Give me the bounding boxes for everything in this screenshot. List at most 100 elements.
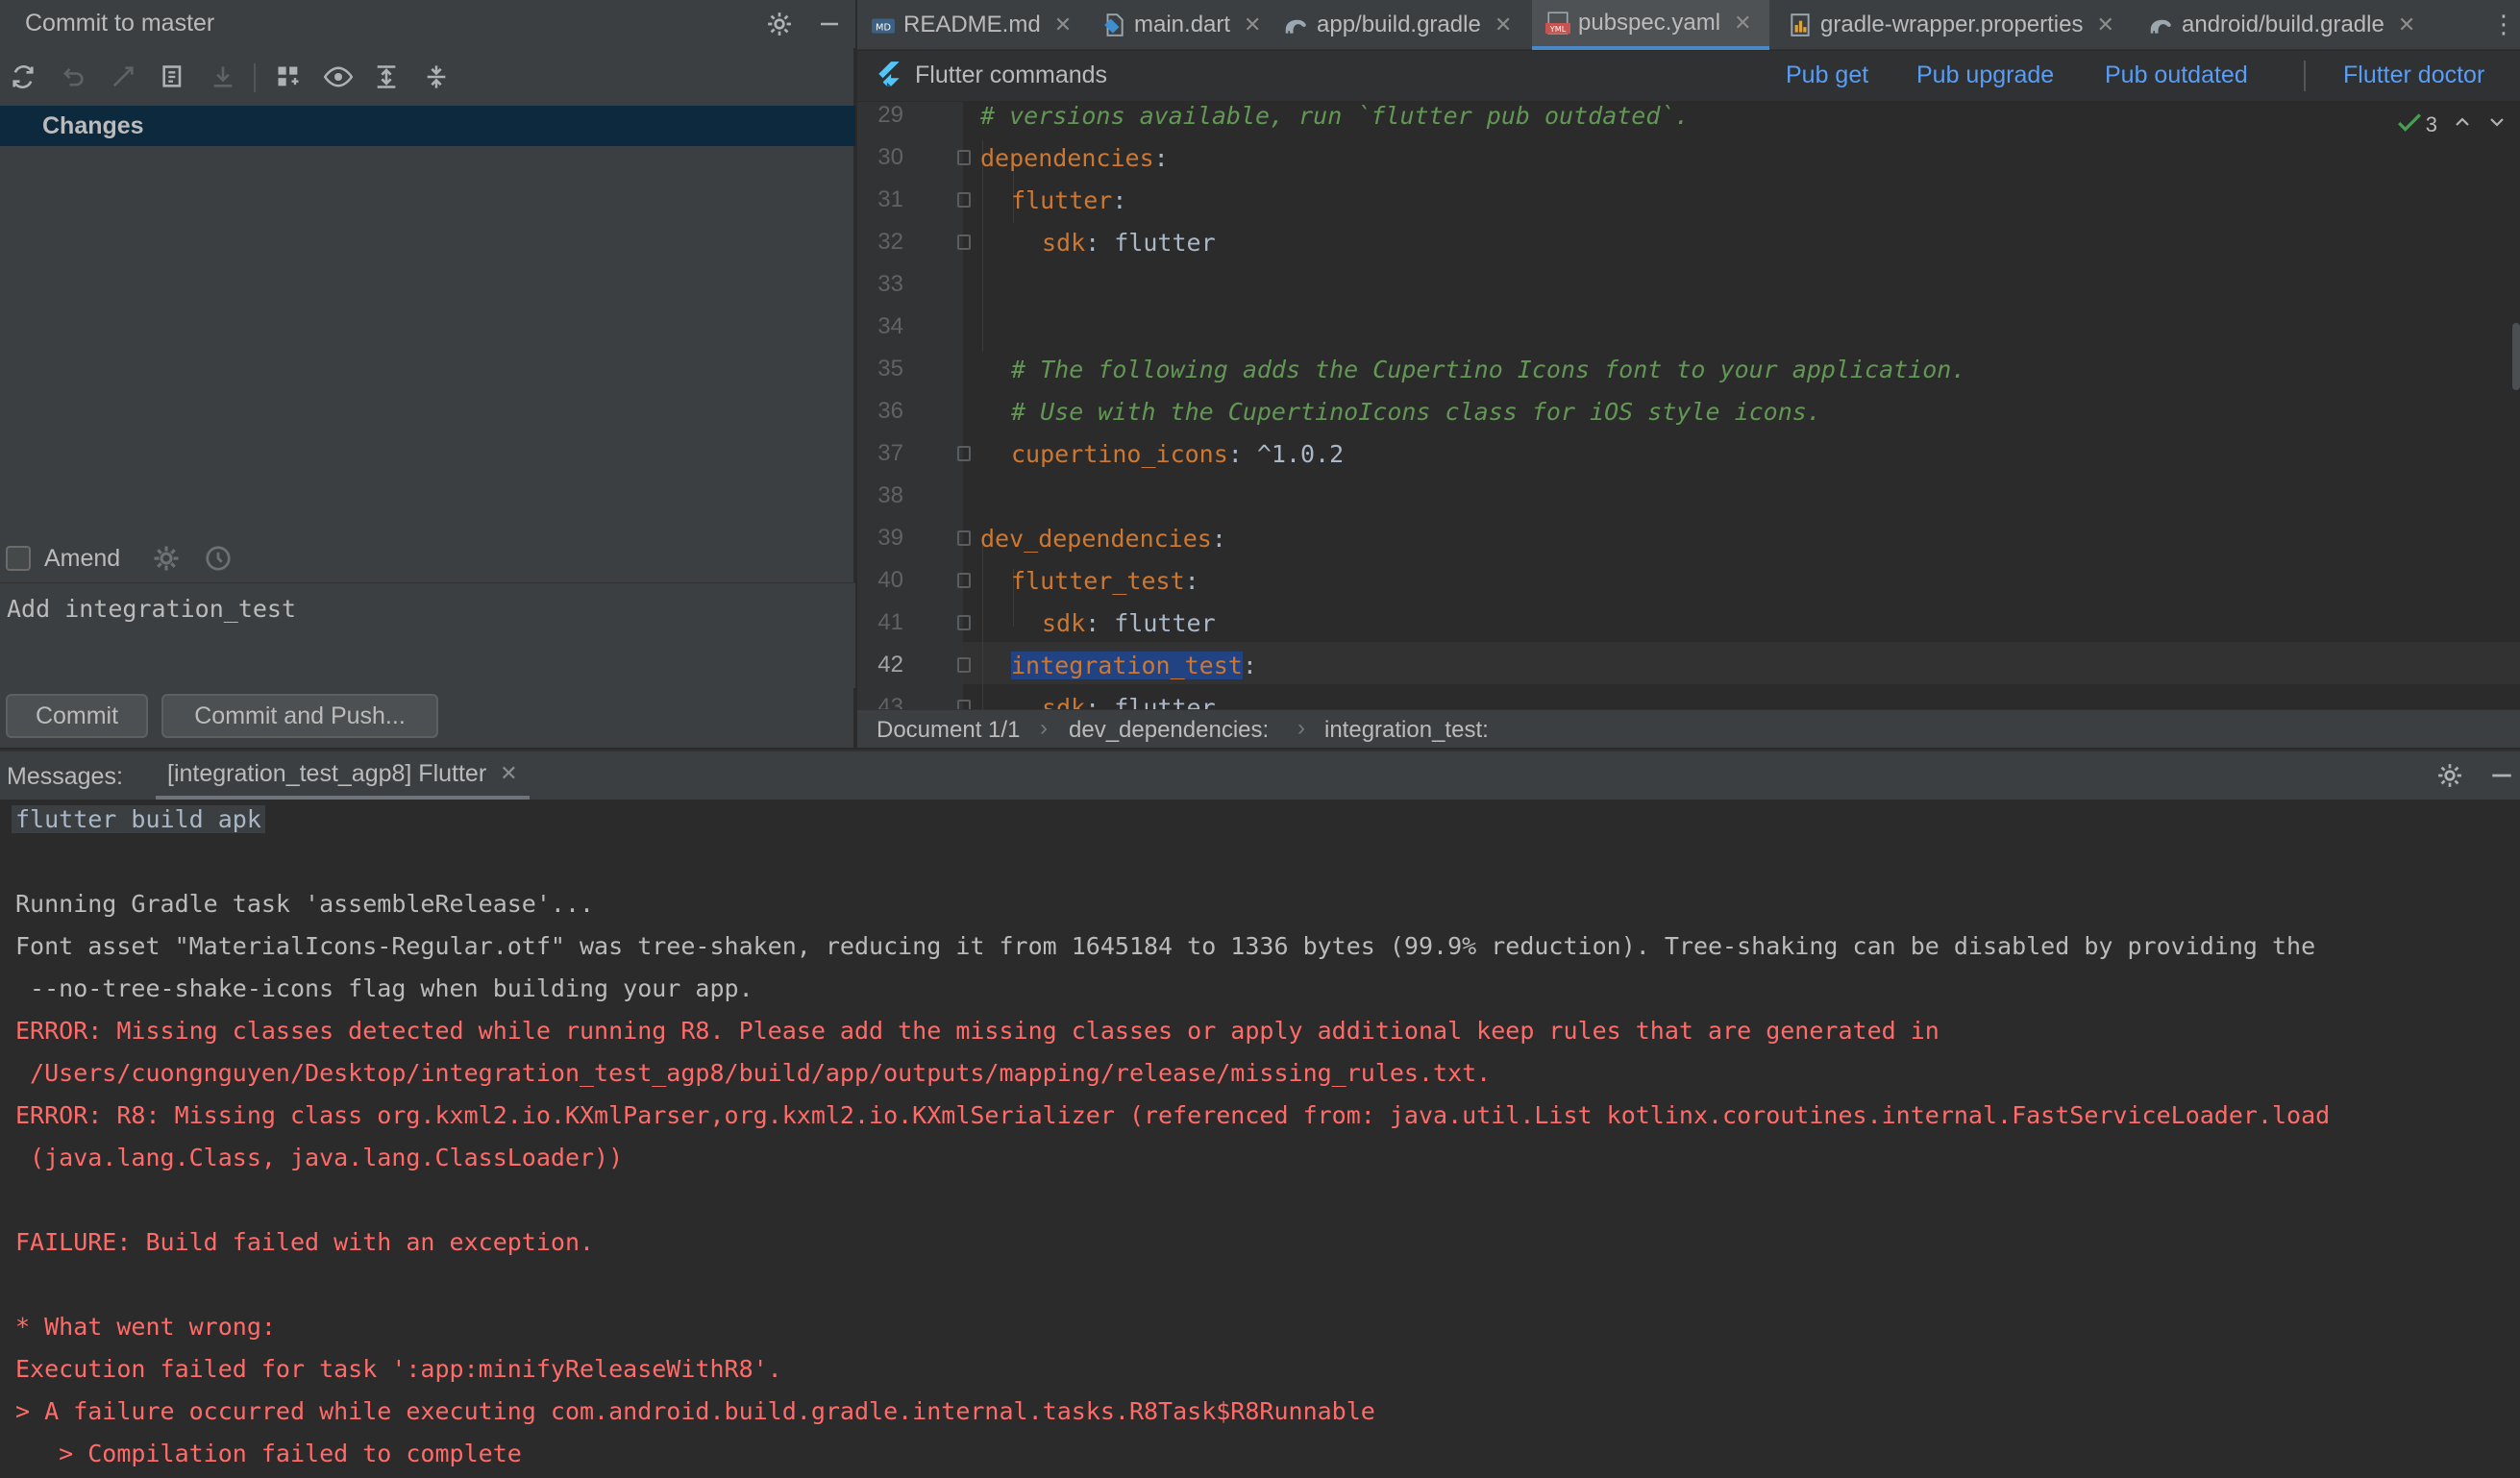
code-line-comment: # The following adds the Cupertino Icons…	[1011, 356, 1966, 383]
tab-android-build-gradle[interactable]: android/build.gradle ✕	[2149, 0, 2415, 50]
tab-label: app/build.gradle	[1317, 12, 1481, 37]
fold-marker-icon[interactable]	[957, 446, 971, 461]
messages-tab-label: [integration_test_agp8] Flutter	[167, 759, 487, 787]
indent-guide	[982, 544, 983, 709]
minimize-icon[interactable]	[813, 8, 846, 40]
fold-marker-icon[interactable]	[957, 700, 971, 709]
close-tab-icon[interactable]: ✕	[1495, 12, 1512, 37]
changes-label: Changes	[42, 112, 144, 139]
inspection-widget[interactable]: 3	[2397, 111, 2507, 138]
messages-header: Messages: [integration_test_agp8] Flutte…	[0, 751, 2520, 800]
pub-get-link[interactable]: Pub get	[1786, 62, 1868, 89]
code-line: flutter_test:	[1011, 567, 1199, 595]
console-error-line: (java.lang.Class, java.lang.ClassLoader)…	[15, 1144, 624, 1171]
tab-label: gradle-wrapper.properties	[1820, 12, 2084, 37]
commit-message-text[interactable]: Add integration_test	[7, 595, 296, 623]
cherry-pick-icon[interactable]	[106, 60, 140, 94]
tab-gradle-wrapper-properties[interactable]: gradle-wrapper.properties ✕	[1788, 0, 2114, 50]
flutter-doctor-link[interactable]: Flutter doctor	[2343, 62, 2484, 89]
console-error-line: ERROR: R8: Missing class org.kxml2.io.KX…	[15, 1101, 2331, 1129]
commit-toolbar	[0, 50, 855, 104]
fold-marker-icon[interactable]	[957, 192, 971, 208]
group-by-icon[interactable]	[271, 60, 306, 94]
code-line: dev_dependencies:	[980, 525, 1226, 553]
console-line: Font asset "MaterialIcons-Regular.otf" w…	[15, 932, 2316, 960]
messages-minimize-icon[interactable]	[2489, 763, 2514, 795]
console-error-line: ERROR: Missing classes detected while ru…	[15, 1017, 1939, 1045]
messages-tab-flutter[interactable]: [integration_test_agp8] Flutter ✕	[156, 751, 530, 800]
indent-guide	[982, 140, 983, 352]
fold-marker-icon[interactable]	[957, 530, 971, 546]
settings-gear-icon[interactable]	[763, 8, 796, 40]
flutter-bar-separator	[2304, 61, 2306, 91]
console-error-line: * What went wrong:	[15, 1313, 276, 1341]
expand-all-icon[interactable]	[369, 60, 404, 94]
fold-marker-icon[interactable]	[957, 573, 971, 588]
properties-file-icon	[1788, 12, 1813, 37]
refresh-icon[interactable]	[6, 60, 40, 94]
markdown-file-icon: MD	[871, 12, 896, 37]
tab-label: README.md	[903, 12, 1041, 37]
more-tabs-icon[interactable]: ⋮	[2491, 10, 2516, 39]
console-error-line: > A failure occurred while executing com…	[15, 1397, 1375, 1425]
inspection-count: 3	[2425, 112, 2437, 136]
console-error-line[interactable]: /Users/cuongnguyen/Desktop/integration_t…	[15, 1059, 1491, 1087]
code-editor[interactable]: 29 # versions available, run `flutter pu…	[857, 102, 2520, 709]
fold-marker-icon[interactable]	[957, 657, 971, 673]
commit-button[interactable]: Commit	[6, 694, 148, 738]
changes-node[interactable]: Changes	[0, 106, 855, 146]
previous-highlight-chevron-up-icon[interactable]	[2453, 112, 2472, 137]
line-number: 39	[877, 525, 903, 551]
code-line: cupertino_icons: ^1.0.2	[1011, 440, 1345, 468]
selected-text: integration_test	[1011, 652, 1243, 679]
code-line-comment: # versions available, run `flutter pub o…	[980, 102, 1690, 130]
download-icon[interactable]	[206, 60, 240, 94]
pub-outdated-link[interactable]: Pub outdated	[2105, 62, 2248, 89]
line-number: 31	[877, 186, 903, 212]
commit-and-push-button[interactable]: Commit and Push...	[161, 694, 438, 738]
breadcrumb-document[interactable]: Document 1/1	[877, 717, 1020, 744]
show-diff-icon[interactable]	[156, 60, 190, 94]
tab-label: main.dart	[1134, 12, 1231, 37]
tab-app-build-gradle[interactable]: app/build.gradle ✕	[1284, 0, 1512, 50]
tab-readme[interactable]: MD README.md ✕	[871, 0, 1072, 50]
close-tab-icon[interactable]: ✕	[2096, 12, 2113, 37]
line-number: 43	[877, 694, 903, 709]
messages-settings-gear-icon[interactable]	[2437, 763, 2462, 795]
commit-options-gear-icon[interactable]	[152, 544, 181, 579]
fold-marker-icon[interactable]	[957, 615, 971, 630]
close-tab-icon[interactable]: ✕	[1734, 11, 1751, 36]
commit-message-area[interactable]: Add integration_test	[0, 582, 855, 688]
rollback-icon[interactable]	[56, 60, 90, 94]
close-tab-icon[interactable]: ✕	[2398, 12, 2415, 37]
commit-history-clock-icon[interactable]	[204, 544, 233, 579]
amend-row: Amend	[0, 538, 855, 580]
code-line: sdk: flutter	[1042, 229, 1216, 257]
commit-panel-title: Commit to master	[25, 10, 215, 37]
next-highlight-chevron-down-icon[interactable]	[2487, 112, 2507, 137]
console-line: flutter build apk	[12, 805, 265, 833]
pub-upgrade-link[interactable]: Pub upgrade	[1916, 62, 2054, 89]
tab-pubspec-yaml[interactable]: YML pubspec.yaml ✕	[1532, 0, 1769, 50]
editor-scrollbar-thumb[interactable]	[2512, 323, 2520, 390]
amend-checkbox[interactable]	[6, 546, 31, 571]
fold-marker-icon[interactable]	[957, 150, 971, 165]
view-options-eye-icon[interactable]	[321, 60, 356, 94]
close-tab-icon[interactable]: ✕	[1054, 12, 1072, 37]
close-tab-icon[interactable]: ✕	[500, 761, 517, 786]
close-tab-icon[interactable]: ✕	[1244, 12, 1261, 37]
breadcrumb-separator-icon: ›	[1297, 715, 1305, 741]
tab-label: pubspec.yaml	[1578, 10, 1721, 36]
svg-text:YML: YML	[1549, 24, 1567, 34]
line-number-current: 42	[877, 652, 903, 677]
yaml-file-icon: YML	[1545, 11, 1570, 36]
commit-panel-header: Commit to master	[0, 0, 855, 48]
breadcrumb-item[interactable]: integration_test:	[1324, 717, 1489, 744]
breadcrumb-item[interactable]: dev_dependencies:	[1069, 717, 1269, 744]
line-number: 35	[877, 356, 903, 382]
commit-panel: Commit to master Changes Amend Add integ…	[0, 0, 855, 748]
tab-main-dart[interactable]: main.dart ✕	[1101, 0, 1261, 50]
collapse-all-icon[interactable]	[419, 60, 454, 94]
fold-marker-icon[interactable]	[957, 234, 971, 250]
line-number: 29	[877, 102, 903, 128]
